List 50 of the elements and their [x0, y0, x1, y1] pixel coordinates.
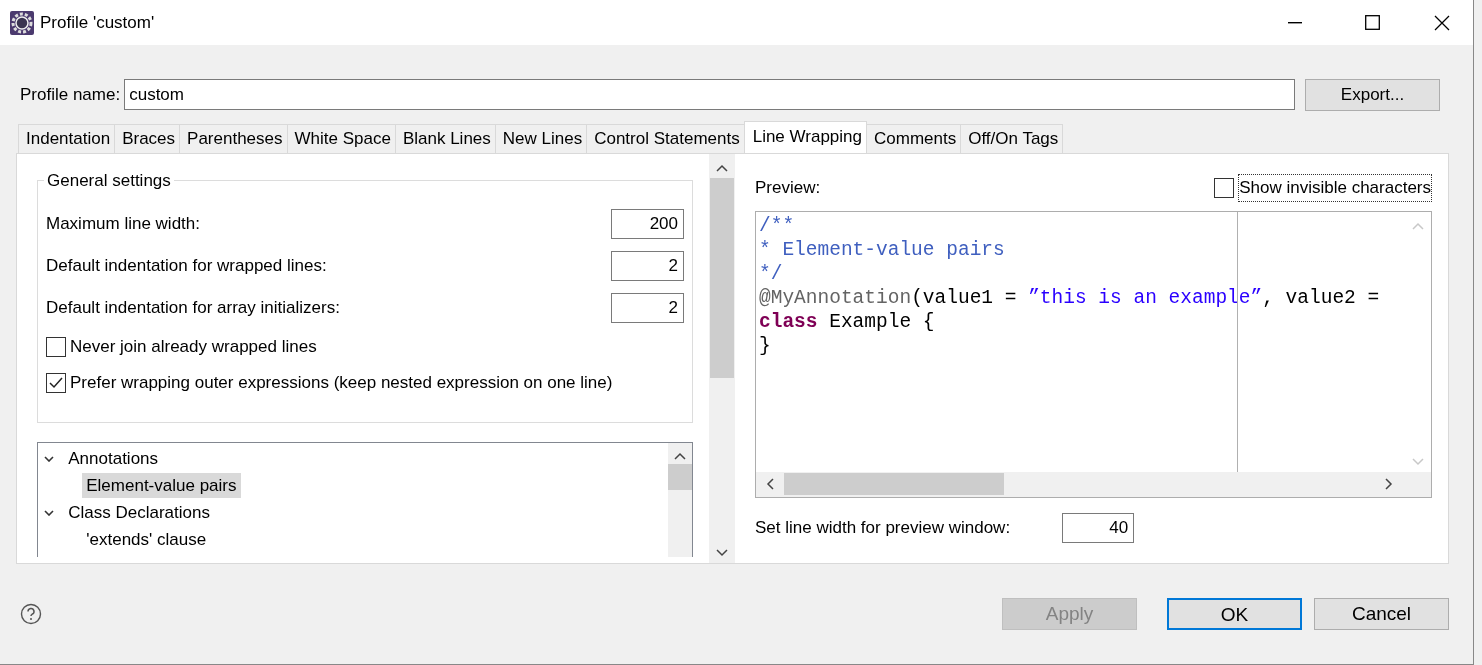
- tree-item[interactable]: Element-value pairs: [82, 472, 241, 499]
- number-field[interactable]: 2: [611, 251, 684, 281]
- checkbox[interactable]: [46, 373, 66, 393]
- gear-icon: [10, 10, 34, 35]
- checkbox-label: Prefer wrapping outer expressions (keep nested expression on one line): [70, 372, 613, 395]
- line-width-label: Set line width for preview window:: [755, 516, 1011, 539]
- help-icon[interactable]: [20, 603, 42, 625]
- tab[interactable]: Off/On Tags: [960, 124, 1064, 153]
- tab[interactable]: Line Wrapping: [743, 121, 867, 153]
- dialog-button[interactable]: OK: [1167, 598, 1302, 630]
- check-icon: [49, 377, 63, 389]
- number-field[interactable]: 40: [1062, 512, 1135, 543]
- code-line: * Element-value pairs: [759, 237, 1006, 262]
- tree-item[interactable]: Annotations: [64, 445, 163, 472]
- preview-label: Preview:: [755, 177, 821, 199]
- profile-name-field[interactable]: custom: [124, 79, 1295, 110]
- scroll-left-icon: [766, 478, 774, 490]
- tab[interactable]: Indentation: [18, 124, 116, 153]
- code-line: @MyAnnotation(value1 = ”this is an example”, value2 =: [759, 285, 1381, 310]
- window-title: Profile 'custom': [40, 11, 156, 34]
- scroll-down-icon: [716, 549, 728, 557]
- scroll-thumb: [668, 464, 692, 490]
- chevron-down-icon[interactable]: [44, 455, 54, 462]
- code-line: /**: [759, 213, 796, 238]
- field-label: Default indentation for array initializers:: [46, 297, 340, 320]
- chevron-down-icon[interactable]: [44, 509, 54, 516]
- checkbox[interactable]: [1213, 177, 1234, 198]
- tree-item[interactable]: Class Declarations: [64, 499, 215, 526]
- scroll-up-icon: [716, 164, 728, 172]
- code-line: */: [759, 261, 784, 286]
- tree-item[interactable]: 'extends' clause: [82, 526, 211, 553]
- dialog-button[interactable]: Cancel: [1314, 598, 1449, 630]
- checkbox-label: Show invisible characters: [1238, 174, 1432, 202]
- checkbox[interactable]: [46, 337, 66, 357]
- field-label: Default indentation for wrapped lines:: [46, 255, 327, 278]
- export-button[interactable]: Export...: [1305, 78, 1440, 111]
- minimize-icon: [1288, 21, 1302, 24]
- scroll-up-icon: [674, 452, 686, 460]
- maximize-icon: [1365, 15, 1380, 30]
- code-line: class Example {: [759, 309, 936, 334]
- close-icon: [1433, 14, 1450, 31]
- profile-name-label: Profile name:: [20, 83, 121, 106]
- code-line: }: [759, 333, 772, 358]
- number-field[interactable]: 2: [611, 293, 684, 323]
- field-label: Maximum line width:: [46, 213, 200, 236]
- scroll-right-icon: [1385, 478, 1393, 490]
- checkbox-label: Never join already wrapped lines: [70, 336, 317, 359]
- scroll-up-icon: [1412, 221, 1424, 230]
- number-field[interactable]: 200: [611, 209, 684, 239]
- scroll-down-icon: [1412, 457, 1424, 466]
